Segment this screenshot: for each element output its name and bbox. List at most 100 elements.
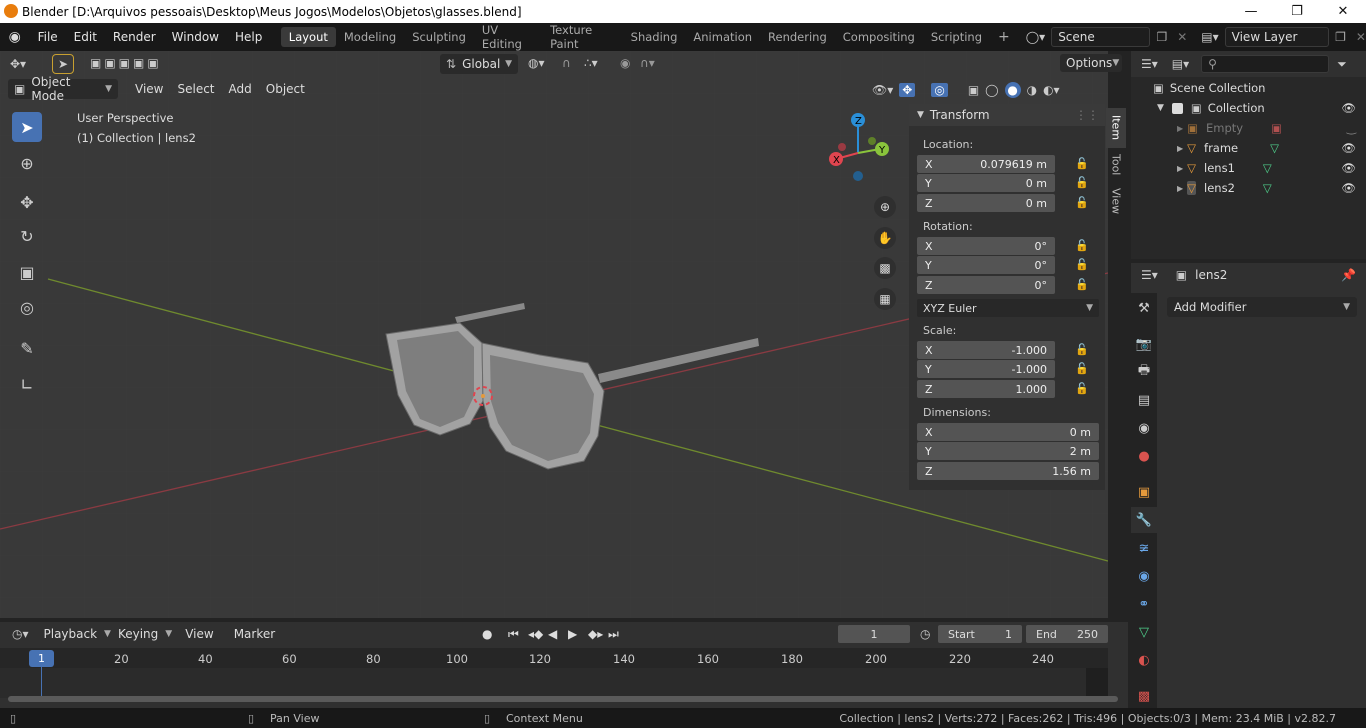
select-mode-icons[interactable]: ▣▣▣▣▣: [90, 56, 162, 70]
menu-render[interactable]: Render: [105, 30, 164, 44]
lock-icon[interactable]: 🔓: [1075, 343, 1089, 356]
lock-icon[interactable]: 🔓: [1075, 258, 1089, 271]
outliner-item-lens2[interactable]: ▶ ▽ lens2 ▽ 👁: [1131, 178, 1366, 198]
next-keyframe-icon[interactable]: ◆▸: [588, 627, 603, 641]
playhead-marker[interactable]: 1: [29, 650, 54, 667]
tab-rendering[interactable]: Rendering: [760, 27, 835, 47]
zoom-icon[interactable]: ⊕: [874, 196, 896, 218]
tab-layout[interactable]: Layout: [280, 27, 336, 47]
expand-arrow-icon[interactable]: ▶: [1177, 184, 1183, 193]
tab-texture-paint[interactable]: Texture Paint: [542, 20, 623, 54]
transform-tool[interactable]: ◎: [12, 292, 42, 322]
timeline-scrollbar[interactable]: [8, 696, 1118, 702]
outliner-scene-collection[interactable]: ▣ Scene Collection: [1131, 78, 1366, 98]
outliner-item-empty[interactable]: ▶ ▣ Empty ▣ ‿: [1131, 118, 1366, 138]
timeline-editor-icon[interactable]: ◷▾: [12, 627, 29, 641]
xray-icon[interactable]: ▣: [968, 83, 979, 97]
select-tool-header-icon[interactable]: ➤: [52, 54, 74, 74]
dimensions-x-field[interactable]: X0 m: [917, 423, 1099, 441]
tab-modeling[interactable]: Modeling: [336, 27, 404, 47]
lock-icon[interactable]: 🔓: [1075, 196, 1089, 209]
annotate-tool[interactable]: ✎: [12, 333, 42, 363]
tab-shading[interactable]: Shading: [623, 27, 686, 47]
editor-type-icon[interactable]: ✥▾: [10, 57, 26, 71]
jump-start-icon[interactable]: ⏮: [508, 627, 519, 642]
blender-menu-icon[interactable]: ◉: [0, 29, 30, 45]
wireframe-shading-icon[interactable]: ◯: [985, 83, 998, 97]
view-layer-tab-icon[interactable]: ▤: [1131, 387, 1157, 413]
location-y-field[interactable]: Y0 m: [917, 174, 1055, 192]
proportional-edit-icon[interactable]: ◉: [620, 56, 630, 70]
menu-window[interactable]: Window: [164, 30, 227, 44]
expand-arrow-icon[interactable]: ▶: [1177, 164, 1183, 173]
menu-add[interactable]: Add: [222, 82, 259, 96]
expand-arrow-icon[interactable]: ▼: [1157, 103, 1164, 113]
lock-icon[interactable]: 🔓: [1075, 239, 1089, 252]
delete-view-layer-icon[interactable]: ✕: [1356, 30, 1366, 44]
menu-keying[interactable]: Keying: [111, 627, 165, 641]
snap-target-icon[interactable]: ∴▾: [584, 56, 598, 70]
play-icon[interactable]: ▶: [568, 627, 577, 641]
lock-icon[interactable]: 🔓: [1075, 176, 1089, 189]
timeline-track[interactable]: 1 20 40 60 80 100 120 140 160 180 200 22…: [0, 648, 1108, 698]
tab-tool[interactable]: Tool: [1106, 148, 1126, 182]
eye-icon[interactable]: 👁: [1341, 181, 1356, 195]
solid-shading-icon[interactable]: ●: [1004, 82, 1021, 98]
menu-playback[interactable]: Playback: [37, 627, 105, 641]
play-reverse-icon[interactable]: ◀: [548, 627, 557, 641]
delete-scene-icon[interactable]: ✕: [1177, 30, 1187, 44]
close-button[interactable]: ✕: [1320, 0, 1366, 23]
scale-z-field[interactable]: Z 1.000: [917, 380, 1055, 398]
scale-tool[interactable]: ▣: [12, 257, 42, 287]
eye-closed-icon[interactable]: ‿: [1347, 121, 1356, 135]
lock-icon[interactable]: 🔓: [1075, 382, 1089, 395]
menu-help[interactable]: Help: [227, 30, 270, 44]
pin-icon[interactable]: 📌: [1341, 268, 1356, 282]
menu-file[interactable]: File: [30, 30, 66, 44]
new-view-layer-icon[interactable]: ❐: [1335, 30, 1346, 44]
menu-object[interactable]: Object: [259, 82, 312, 96]
rotation-y-field[interactable]: Y 0°: [917, 256, 1055, 274]
dimensions-y-field[interactable]: Y2 m: [917, 442, 1099, 460]
pan-hand-icon[interactable]: ✋: [874, 227, 896, 249]
menu-timeline-view[interactable]: View: [178, 627, 220, 641]
overlay-toggle-icon[interactable]: ◎: [931, 83, 948, 97]
object-tab-icon[interactable]: ▣: [1131, 479, 1157, 505]
outliner-item-lens1[interactable]: ▶ ▽ lens1 ▽ 👁: [1131, 158, 1366, 178]
location-x-field[interactable]: X 0.079619 m: [917, 155, 1055, 173]
location-z-field[interactable]: Z0 m: [917, 194, 1055, 212]
orientation-dropdown[interactable]: ⇅ Global ▼: [440, 54, 518, 74]
menu-marker[interactable]: Marker: [227, 627, 282, 641]
tab-view[interactable]: View: [1106, 184, 1126, 218]
data-tab-icon[interactable]: ▽: [1131, 619, 1157, 645]
material-tab-icon[interactable]: ◐: [1131, 647, 1157, 673]
render-tab-icon[interactable]: 📷: [1131, 331, 1157, 357]
rotation-z-field[interactable]: Z 0°: [917, 276, 1055, 294]
outliner-collection[interactable]: ▼ ▣ Collection 👁: [1131, 98, 1366, 118]
move-tool[interactable]: ✥: [12, 187, 42, 217]
physics-tab-icon[interactable]: ◉: [1131, 563, 1157, 589]
menu-view[interactable]: View: [128, 82, 170, 96]
outliner-search-input[interactable]: ⚲: [1201, 55, 1330, 73]
end-frame-field[interactable]: End 250: [1026, 625, 1108, 643]
tab-sculpting[interactable]: Sculpting: [404, 27, 474, 47]
current-frame-field[interactable]: 1: [838, 625, 910, 643]
outliner-item-frame[interactable]: ▶ ▽ frame ▽ 👁: [1131, 138, 1366, 158]
rotate-tool[interactable]: ↻: [12, 221, 42, 251]
measure-tool[interactable]: ∟: [12, 369, 42, 399]
dimensions-z-field[interactable]: Z 1.56 m: [917, 462, 1099, 480]
options-dropdown-button[interactable]: Options ▼: [1060, 54, 1122, 72]
visibility-icon[interactable]: 👁▾: [872, 83, 893, 97]
eye-icon[interactable]: 👁: [1341, 141, 1356, 155]
view-layer-field[interactable]: View Layer: [1224, 27, 1330, 47]
view-layer-icon[interactable]: ▤▾: [1201, 30, 1218, 44]
gizmo-toggle-icon[interactable]: ✥: [899, 83, 916, 97]
snap-icon[interactable]: ∩: [562, 56, 571, 70]
cursor-tool[interactable]: ⊕: [12, 148, 42, 178]
add-workspace-icon[interactable]: +: [990, 29, 1018, 45]
transform-header[interactable]: ▼ Transform ⋮⋮: [909, 104, 1105, 126]
tab-scripting[interactable]: Scripting: [923, 27, 990, 47]
start-frame-field[interactable]: Start 1: [938, 625, 1022, 643]
add-modifier-dropdown[interactable]: Add Modifier ▼: [1167, 297, 1357, 317]
tab-animation[interactable]: Animation: [685, 27, 760, 47]
